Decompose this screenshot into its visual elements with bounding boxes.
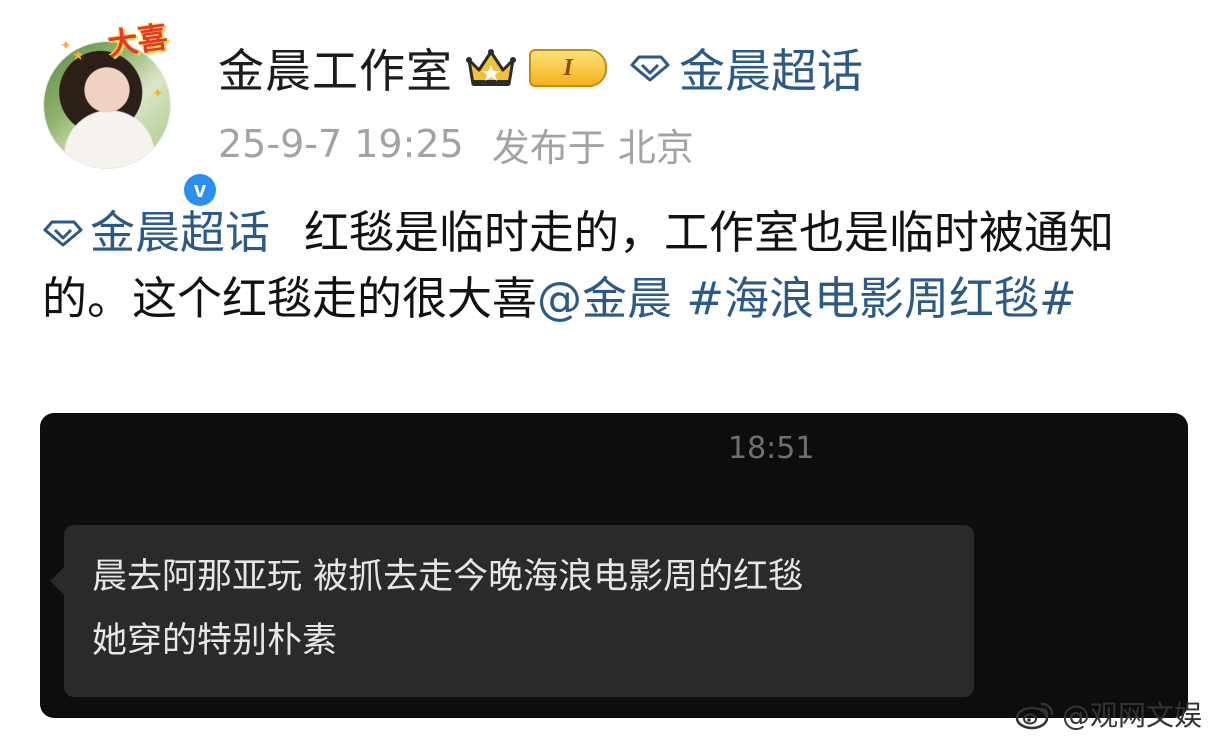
diamond-icon: [43, 220, 83, 247]
weibo-icon: [1015, 702, 1054, 730]
chat-bubble: 晨去阿那亚玩 被抓去走今晚海浪电影周的红毯 她穿的特别朴素: [50, 525, 974, 697]
embedded-image[interactable]: 18:51 晨去阿那亚玩 被抓去走今晚海浪电影周的红毯 她穿的特别朴素: [40, 413, 1188, 718]
level-badge: I: [529, 49, 607, 87]
sparkle-icon: ✦: [60, 38, 72, 54]
username[interactable]: 金晨工作室: [218, 35, 453, 101]
watermark-text: @观网文娱: [1062, 699, 1203, 732]
hashtag-link[interactable]: #海浪电影周红毯#: [686, 272, 1076, 325]
avatar-badge: 大喜: [105, 19, 171, 64]
topic-tag[interactable]: 金晨超话: [42, 200, 270, 266]
sparkle-icon: ★: [72, 48, 85, 64]
topic-link-label: 金晨超话: [679, 44, 863, 98]
crown-icon: [466, 49, 516, 86]
mention-link[interactable]: @金晨: [537, 272, 672, 325]
post-timestamp: 25-9-7 19:25: [218, 122, 464, 166]
post-location: 发布于 北京: [491, 125, 694, 170]
meta-row: 25-9-7 19:25 发布于 北京: [218, 118, 694, 170]
chat-message-line: 她穿的特别朴素: [92, 621, 338, 661]
avatar[interactable]: 大喜 ✦ ★ ✦ v: [44, 20, 220, 210]
diamond-icon: [630, 55, 670, 82]
chat-time: 18:51: [728, 431, 815, 466]
post-content: 金晨超话 红毯是临时走的，工作室也是临时被通知的。这个红毯走的很大喜@金晨 #海浪…: [42, 200, 1182, 332]
name-row: 金晨工作室 I 金晨超话: [218, 38, 863, 98]
weibo-post: 大喜 ✦ ★ ✦ v 金晨工作室 I 金晨超话 25-9-7 19:25 发布于…: [0, 0, 1228, 741]
chat-message: 晨去阿那亚玩 被抓去走今晚海浪电影周的红毯 她穿的特别朴素: [92, 545, 952, 673]
chat-message-line: 晨去阿那亚玩 被抓去走今晚海浪电影周的红毯: [92, 557, 804, 597]
sparkle-icon: ✦: [152, 86, 164, 102]
topic-link[interactable]: 金晨超话: [629, 35, 863, 101]
topic-tag-label: 金晨超话: [90, 206, 271, 259]
watermark: @观网文娱: [1014, 694, 1202, 734]
